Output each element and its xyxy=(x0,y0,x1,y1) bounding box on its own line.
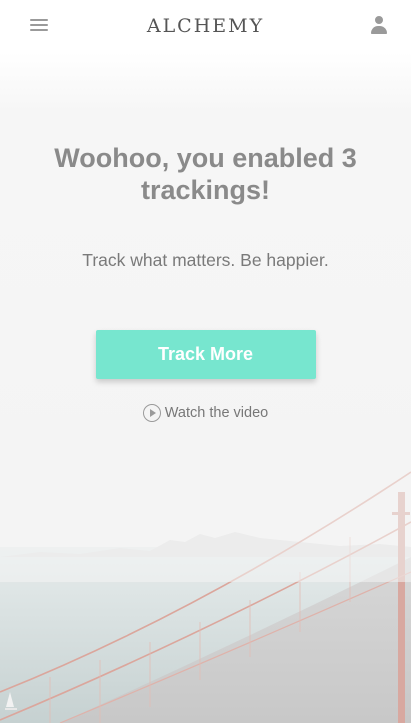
watch-video-link[interactable]: Watch the video xyxy=(142,404,269,422)
hamburger-menu-icon[interactable] xyxy=(30,18,48,32)
app-header: ALCHEMY xyxy=(0,0,411,52)
person-icon[interactable] xyxy=(370,16,388,34)
watch-video-label: Watch the video xyxy=(164,405,269,421)
hero-subtitle: Track what matters. Be happier. xyxy=(82,250,329,270)
hero-section: Woohoo, you enabled 3 trackings! Track w… xyxy=(0,52,411,723)
hero-title: Woohoo, you enabled 3 trackings! xyxy=(54,143,357,205)
app-logo: ALCHEMY xyxy=(146,15,265,37)
play-circle-icon xyxy=(142,404,161,422)
track-more-button[interactable]: Track More xyxy=(95,330,316,379)
hero-content: Woohoo, you enabled 3 trackings! Track w… xyxy=(0,52,411,427)
